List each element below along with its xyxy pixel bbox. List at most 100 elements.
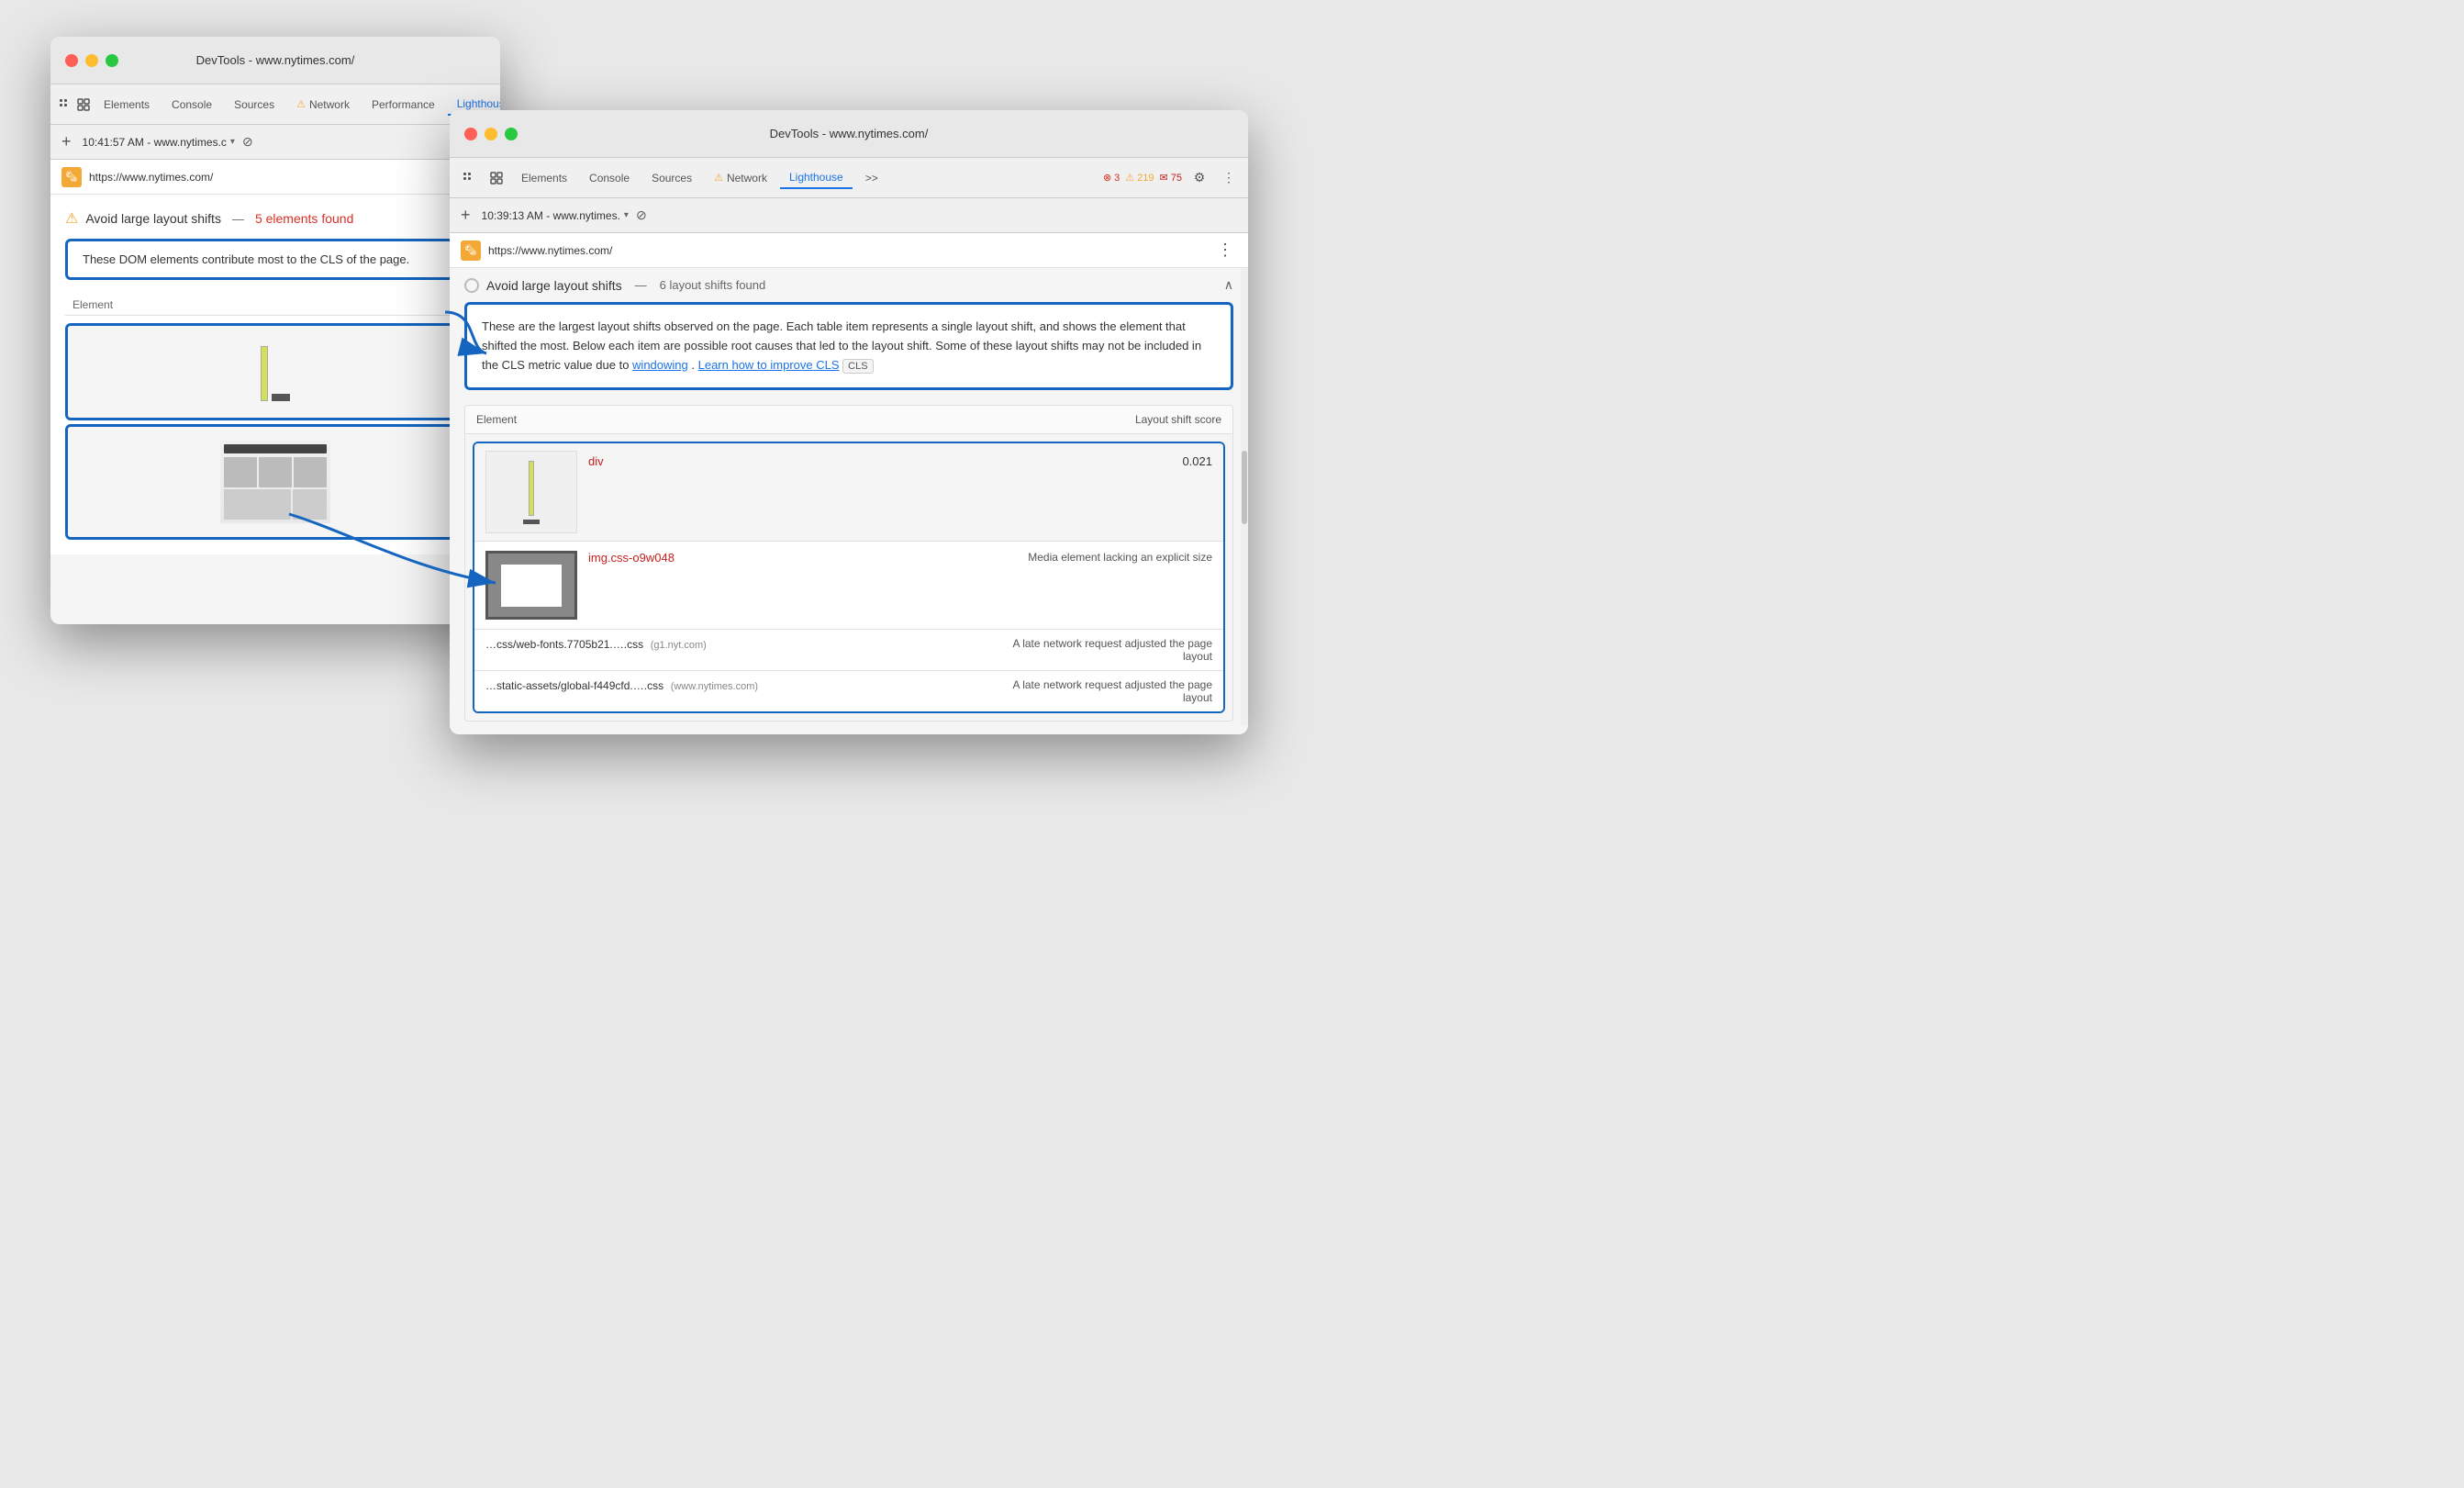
- url-time-1: 10:41:57 AM - www.nytimes.c ▾: [83, 136, 235, 149]
- tab-performance-1[interactable]: Performance: [362, 95, 444, 115]
- tab-more-2[interactable]: >>: [856, 168, 887, 188]
- sub-element-row-img: img.css-o9w048 Media element lacking an …: [474, 541, 1223, 629]
- audit-table-header-1: Element: [65, 295, 485, 316]
- three-dots-button-2[interactable]: ⋮: [1213, 241, 1237, 260]
- window-title-2: DevTools - www.nytimes.com/: [770, 127, 929, 140]
- warning-icon-2: ⚠: [1125, 172, 1134, 184]
- network-row-1: …css/web-fonts.7705b21.….css (g1.nyt.com…: [474, 629, 1223, 670]
- element-row-top: div 0.021: [474, 443, 1223, 541]
- audit-item-row-2[interactable]: Avoid large layout shifts — 6 layout shi…: [450, 268, 1248, 302]
- element-row-main[interactable]: div 0.021 img.css-o9w048 Media element l…: [473, 442, 1225, 713]
- audit-item-title-2: Avoid large layout shifts: [486, 278, 622, 293]
- img-thumbnail-inner: [499, 563, 563, 609]
- window-controls-2: [464, 128, 518, 140]
- add-tab-button-2[interactable]: +: [457, 206, 474, 225]
- newspaper-visual-2: [220, 441, 330, 523]
- tab-lighthouse-2[interactable]: Lighthouse: [780, 167, 853, 189]
- element-tag-main: div: [588, 451, 604, 468]
- tab-network-1[interactable]: ⚠ Network: [287, 95, 359, 115]
- layers-icon-2[interactable]: [485, 166, 508, 190]
- close-button-2[interactable]: [464, 128, 477, 140]
- layers-icon-1[interactable]: [76, 93, 91, 117]
- site-favicon-1: 🗞: [61, 167, 82, 187]
- audit-url-2: https://www.nytimes.com/: [488, 244, 1206, 257]
- audit-description-box-1: These DOM elements contribute most to th…: [65, 239, 485, 280]
- collapse-button-2[interactable]: ∧: [1224, 277, 1233, 293]
- network-row-2: …static-assets/global-f449cfd.….css (www…: [474, 670, 1223, 711]
- cursor-icon-2[interactable]: [457, 166, 481, 190]
- dropdown-arrow-2[interactable]: ▾: [624, 210, 629, 220]
- network-desc-1: A late network request adjusted the page…: [992, 637, 1212, 663]
- img-element-desc: Media element lacking an explicit size: [1028, 551, 1212, 564]
- learn-cls-link[interactable]: Learn how to improve CLS: [698, 358, 840, 372]
- tab-network-2[interactable]: ⚠ Network: [705, 168, 776, 188]
- tab-sources-2[interactable]: Sources: [642, 168, 701, 188]
- layout-shift-score: 0.021: [1182, 451, 1212, 468]
- table-col2-header: Layout shift score: [1135, 413, 1221, 426]
- menu-icon-2[interactable]: ⋮: [1217, 166, 1241, 190]
- bar-base-1: [272, 394, 290, 401]
- audit-content-1: ⚠ Avoid large layout shifts — 5 elements…: [50, 195, 500, 554]
- settings-icon-2[interactable]: ⚙: [1187, 166, 1211, 190]
- img-thumbnail: [485, 551, 577, 620]
- description-box-2: These are the largest layout shifts obse…: [464, 302, 1233, 390]
- audit-url-1: https://www.nytimes.com/: [89, 171, 489, 184]
- network-source-1: (g1.nyt.com): [651, 640, 707, 651]
- element-thumbnail-1: div: [68, 326, 483, 418]
- scrollbar-thumb[interactable]: [1242, 451, 1247, 524]
- site-favicon-2: 🗞: [461, 241, 481, 261]
- window-controls-1: [65, 54, 118, 67]
- network-path-1: …css/web-fonts.7705b21.….css: [485, 638, 643, 651]
- audit-warning-icon-1: ⚠: [65, 209, 78, 228]
- tab-elements-1[interactable]: Elements: [95, 95, 159, 115]
- dropdown-arrow-1[interactable]: ▾: [230, 137, 235, 147]
- element-item-2[interactable]: div: [65, 424, 485, 540]
- element-item-1[interactable]: div: [65, 323, 485, 420]
- devtools-window-2: DevTools - www.nytimes.com/ Elements Con…: [450, 110, 1248, 734]
- cls-badge: CLS: [842, 359, 873, 374]
- element-table-header-2: Element Layout shift score: [465, 406, 1232, 434]
- titlebar-2: DevTools - www.nytimes.com/: [450, 110, 1248, 158]
- tab-console-1[interactable]: Console: [162, 95, 221, 115]
- maximize-button-1[interactable]: [106, 54, 118, 67]
- network-path-2: …static-assets/global-f449cfd.….css: [485, 679, 663, 692]
- cursor-icon-1[interactable]: [58, 93, 72, 117]
- audit-url-bar-1: 🗞 https://www.nytimes.com/: [50, 160, 500, 195]
- reload-icon-2[interactable]: ⊘: [636, 207, 647, 223]
- network-source-2: (www.nytimes.com): [671, 681, 758, 692]
- network-desc-2: A late network request adjusted the page…: [992, 678, 1212, 704]
- network-warning-icon-1: ⚠: [296, 98, 306, 110]
- vert-bar-visual: [529, 461, 534, 516]
- scrollbar-track[interactable]: [1241, 268, 1248, 725]
- element-table-2: Element Layout shift score div 0.021: [464, 405, 1233, 722]
- minimize-button-2[interactable]: [485, 128, 497, 140]
- minimize-button-1[interactable]: [85, 54, 98, 67]
- vert-bar-thumbnail: [485, 451, 577, 533]
- tab-console-2[interactable]: Console: [580, 168, 639, 188]
- bar-visual-1: [261, 346, 268, 401]
- reload-icon-1[interactable]: ⊘: [242, 134, 253, 150]
- element-thumbnail-2: div: [68, 427, 483, 537]
- audit-title-1: Avoid large layout shifts: [85, 211, 221, 226]
- windowing-link[interactable]: windowing: [632, 358, 688, 372]
- maximize-button-2[interactable]: [505, 128, 518, 140]
- add-tab-button-1[interactable]: +: [58, 132, 75, 151]
- circle-icon-2: [464, 278, 479, 293]
- close-button-1[interactable]: [65, 54, 78, 67]
- tab-sources-1[interactable]: Sources: [225, 95, 284, 115]
- toolbar-right-2: ⊗ 3 ⚠ 219 ✉ 75 ⚙ ⋮: [1103, 166, 1241, 190]
- tab-elements-2[interactable]: Elements: [512, 168, 576, 188]
- devtools-toolbar-2: Elements Console Sources ⚠ Network Light…: [450, 158, 1248, 198]
- audit-count-1: 5 elements found: [255, 211, 353, 226]
- vert-bar-base: [523, 520, 540, 524]
- network-warning-icon-2: ⚠: [714, 172, 723, 184]
- error-badge-pink-2: ✉ 75: [1160, 172, 1182, 184]
- element-list-1: div: [65, 323, 485, 540]
- error-icon-red-2: ⊗: [1103, 172, 1111, 184]
- error-badge-yellow-2: ⚠ 219: [1125, 172, 1154, 184]
- devtools-toolbar-1: Elements Console Sources ⚠ Network Perfo…: [50, 84, 500, 125]
- url-time-2: 10:39:13 AM - www.nytimes. ▾: [482, 209, 629, 222]
- audit-item-header-1: ⚠ Avoid large layout shifts — 5 elements…: [65, 209, 485, 228]
- devtools-window-1: DevTools - www.nytimes.com/ Elements Con…: [50, 37, 500, 624]
- window-title-1: DevTools - www.nytimes.com/: [196, 53, 355, 67]
